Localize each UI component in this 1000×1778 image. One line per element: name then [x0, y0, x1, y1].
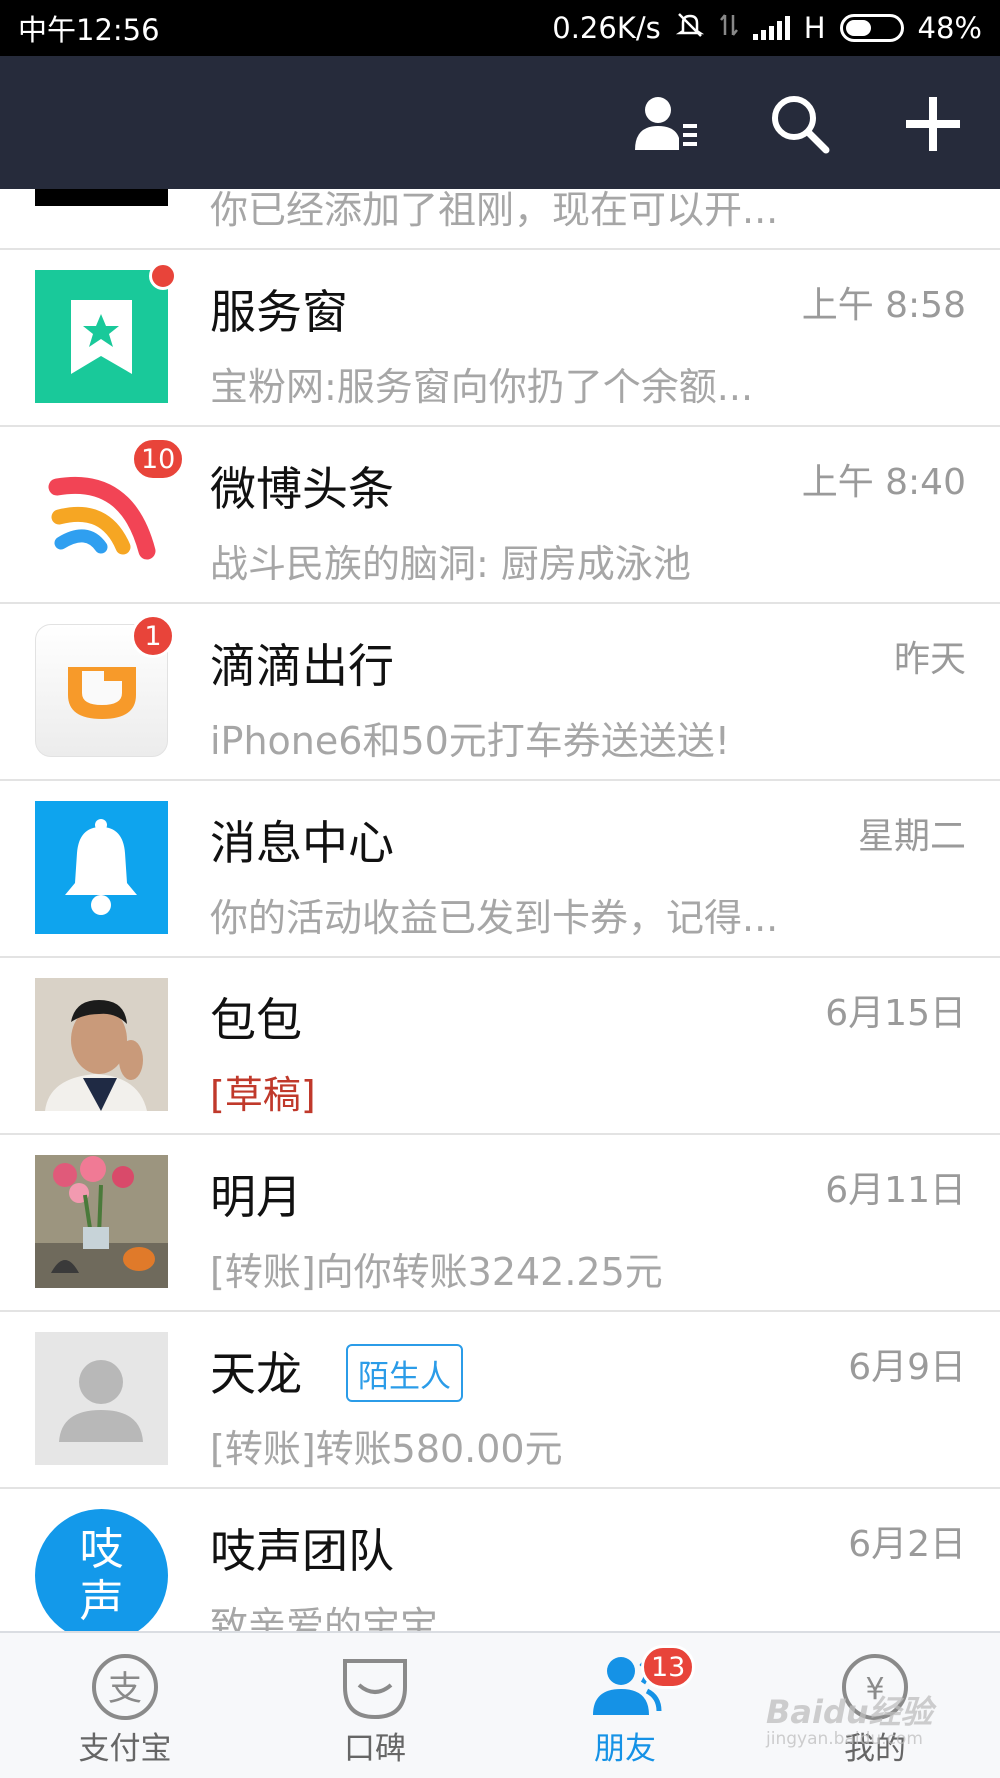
conversation-preview: [转账]向你转账3242.25元 — [210, 1250, 663, 1294]
flowers-photo — [35, 1155, 168, 1288]
unread-badge: 1 — [131, 614, 175, 658]
conversation-name: 明月 — [210, 1170, 302, 1224]
koubei-icon — [335, 1651, 415, 1723]
conversation-preview: 战斗民族的脑洞: 厨房成泳池 — [210, 542, 691, 586]
baidu-watermark: Baidu经验 jingyan.baidu.com — [766, 1687, 933, 1749]
conversation-name: 服务窗 — [210, 285, 348, 339]
alipay-icon: 支 — [85, 1651, 165, 1723]
status-indicators: 0.26K/s H 48% — [552, 11, 982, 46]
battery-fill — [845, 20, 871, 36]
conversation-name: 天龙 — [210, 1347, 302, 1401]
service-window-icon — [35, 270, 168, 403]
svg-text:支: 支 — [108, 1669, 142, 1709]
watermark-line1: Baidu经验 — [766, 1693, 933, 1731]
tab-label: 口碑 — [344, 1731, 406, 1767]
zhisheng-icon: 吱声 — [35, 1509, 168, 1631]
signal-icon — [752, 16, 790, 40]
tab-label: 支付宝 — [78, 1731, 172, 1767]
tab-koubei[interactable]: 口碑 — [250, 1633, 500, 1778]
conversation-time: 上午 8:40 — [801, 462, 966, 503]
search-icon[interactable] — [762, 86, 838, 162]
bottom-tab-bar: 支 支付宝 口碑 13 朋友 ¥ 我的 Baidu经验 jingyan.baid… — [0, 1631, 1000, 1778]
app-header — [0, 56, 1000, 189]
status-time: 中午12:56 — [18, 13, 160, 47]
bell-icon — [35, 801, 168, 934]
conversation-list[interactable]: 你已经添加了祖刚，现在可以开... 服务窗 上午 8:58 宝粉网:服务窗向你扔… — [0, 189, 1000, 1631]
conversation-row[interactable]: 消息中心 星期二 你的活动收益已发到卡券，记得... — [0, 781, 1000, 958]
tab-friends[interactable]: 13 朋友 — [500, 1633, 750, 1778]
conversation-time: 上午 8:58 — [801, 285, 966, 326]
tab-badge: 13 — [641, 1645, 696, 1689]
conversation-row[interactable]: 天龙 陌生人 6月9日 [转账]转账580.00元 — [0, 1312, 1000, 1489]
avatar — [35, 189, 168, 206]
network-speed: 0.26K/s — [552, 11, 661, 45]
unread-dot — [149, 262, 177, 290]
conversation-name: 包包 — [210, 993, 302, 1047]
tab-alipay[interactable]: 支 支付宝 — [0, 1633, 250, 1778]
mute-icon — [675, 11, 705, 46]
conversation-time: 6月11日 — [825, 1170, 966, 1211]
conversation-row[interactable]: 服务窗 上午 8:58 宝粉网:服务窗向你扔了个余额... — [0, 250, 1000, 427]
data-transfer-icon — [719, 11, 739, 46]
zhisheng-icon-text: 吱声 — [79, 1523, 124, 1627]
tab-label: 朋友 — [594, 1731, 656, 1767]
default-user-icon — [35, 1332, 168, 1465]
conversation-row[interactable]: 包包 6月15日 [草稿] — [0, 958, 1000, 1135]
conversation-preview: [转账]转账580.00元 — [210, 1427, 563, 1471]
conversation-time: 6月2日 — [848, 1524, 966, 1565]
conversation-name: 消息中心 — [210, 816, 394, 870]
status-bar: 中午12:56 0.26K/s H 48% — [0, 0, 1000, 56]
conversation-preview: 宝粉网:服务窗向你扔了个余额... — [210, 365, 754, 409]
conversation-name: 微博头条 — [210, 462, 394, 516]
unread-badge: 10 — [131, 437, 186, 481]
conversation-name: 吱声团队 — [210, 1524, 394, 1578]
conversation-preview: iPhone6和50元打车券送送送! — [210, 719, 731, 763]
user-photo — [35, 978, 168, 1111]
draft-label: [草稿] — [210, 1073, 316, 1117]
conversation-row[interactable]: 1 滴滴出行 昨天 iPhone6和50元打车券送送送! — [0, 604, 1000, 781]
conversation-preview: 致亲爱的宝宝 — [210, 1604, 439, 1631]
conversation-time: 昨天 — [893, 639, 966, 680]
conversation-row[interactable]: 你已经添加了祖刚，现在可以开... — [0, 189, 1000, 250]
conversation-time: 6月9日 — [848, 1347, 966, 1388]
conversation-row[interactable]: 10 微博头条 上午 8:40 战斗民族的脑洞: 厨房成泳池 — [0, 427, 1000, 604]
conversation-time: 星期二 — [857, 816, 966, 857]
add-icon[interactable] — [895, 86, 971, 162]
conversation-row[interactable]: 吱声 吱声团队 6月2日 致亲爱的宝宝 — [0, 1489, 1000, 1631]
conversation-row[interactable]: 明月 6月11日 [转账]向你转账3242.25元 — [0, 1135, 1000, 1312]
network-type: H — [803, 11, 826, 45]
stranger-tag: 陌生人 — [346, 1344, 463, 1402]
conversation-preview: 你已经添加了祖刚，现在可以开... — [210, 189, 779, 232]
conversation-time: 6月15日 — [825, 993, 966, 1034]
conversation-name: 滴滴出行 — [210, 639, 394, 693]
watermark-line2: jingyan.baidu.com — [766, 1729, 923, 1749]
battery-icon — [839, 14, 904, 42]
conversation-preview: 你的活动收益已发到卡券，记得... — [210, 896, 779, 940]
contacts-list-icon[interactable] — [628, 86, 704, 162]
battery-percent: 48% — [917, 11, 982, 45]
